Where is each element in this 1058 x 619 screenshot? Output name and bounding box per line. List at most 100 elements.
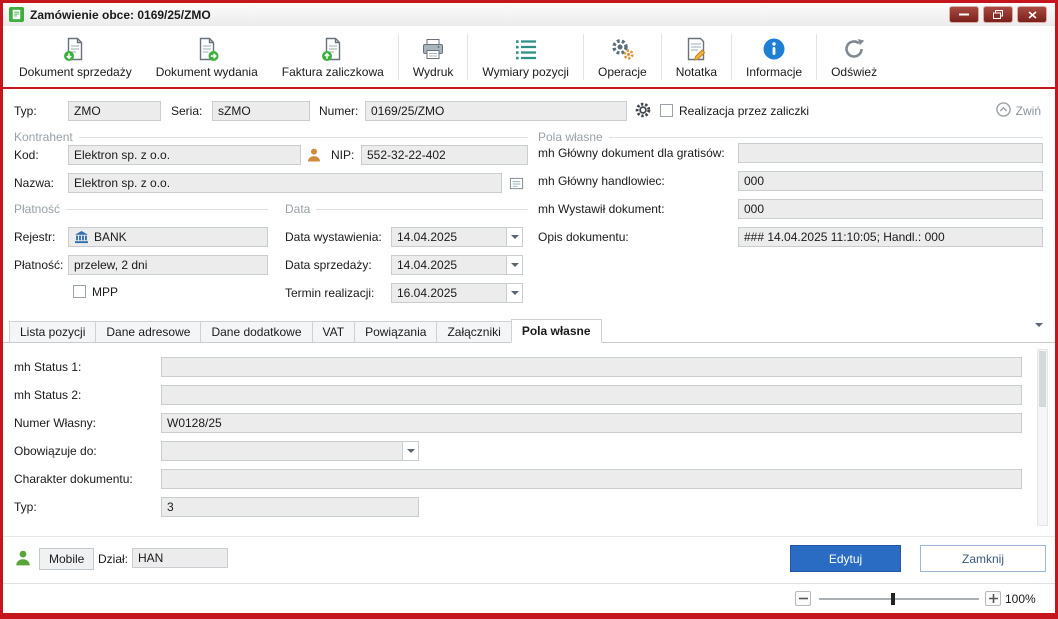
edit-button[interactable]: Edytuj [790, 545, 901, 572]
charakter-dokumentu-input[interactable] [161, 469, 1022, 489]
own-fields-header: mh Główny dokument dla gratisów:mh Główn… [538, 143, 1043, 255]
footer: Mobile Dział: HAN Edytuj Zamknij [3, 536, 1055, 583]
toolbar-informacje[interactable]: Informacje [734, 29, 814, 85]
mh-status-2-input[interactable] [161, 385, 1022, 405]
chevron-down-icon[interactable] [402, 442, 418, 460]
document-sale-icon [62, 35, 88, 63]
mh-glowny-dokument-dla-gratisow-input[interactable] [738, 143, 1043, 163]
typ-input[interactable]: ZMO [68, 101, 161, 121]
toolbar-item-label: Dokument sprzedaży [19, 65, 132, 79]
toolbar-separator [816, 34, 817, 80]
minimize-icon [959, 13, 969, 16]
mobile-button[interactable]: Mobile [39, 548, 94, 570]
mpp-checkbox[interactable] [73, 285, 86, 298]
tab-field-row: Numer Własny:W0128/25 [14, 413, 1022, 433]
mpp-label: MPP [92, 282, 118, 302]
toolbar-separator [467, 34, 468, 80]
field-label: mh Główny handlowiec: [538, 171, 738, 191]
scrollbar-thumb[interactable] [1039, 351, 1046, 407]
nazwa-detail-icon[interactable] [505, 173, 527, 193]
tab-powiazania[interactable]: Powiązania [354, 321, 437, 342]
platnosc-input[interactable]: przelew, 2 dni [68, 255, 268, 275]
chevron-down-icon[interactable] [506, 228, 522, 246]
termin-realizacji-dropdown[interactable]: 16.04.2025 [391, 283, 523, 303]
termin-realizacji-label: Termin realizacji: [285, 283, 374, 303]
tab-dane-adresowe[interactable]: Dane adresowe [95, 321, 201, 342]
toolbar-item-label: Wymiary pozycji [482, 65, 569, 79]
close-button[interactable] [1017, 6, 1047, 23]
toolbar-faktura-zaliczkowa[interactable]: Faktura zaliczkowa [270, 29, 396, 85]
nip-input[interactable]: 552-32-22-402 [361, 145, 528, 165]
data-wystawienia-dropdown[interactable]: 14.04.2025 [391, 227, 523, 247]
numer-input[interactable]: 0169/25/ZMO [365, 101, 627, 121]
collapse-link[interactable]: Zwiń [996, 101, 1041, 121]
opis-dokumentu-input[interactable]: ### 14.04.2025 11:10:05; Handl.: 000 [738, 227, 1043, 247]
maximize-button[interactable] [983, 6, 1013, 23]
nazwa-label: Nazwa: [14, 173, 54, 193]
toolbar-notatka[interactable]: Notatka [664, 29, 729, 85]
kod-input[interactable]: Elektron sp. z o.o. [68, 145, 301, 165]
toolbar-separator [398, 34, 399, 80]
kod-label: Kod: [14, 145, 39, 165]
data-sprzedazy-dropdown[interactable]: 14.04.2025 [391, 255, 523, 275]
window-title: Zamówienie obce: 0169/25/ZMO [30, 8, 211, 22]
tab-dane-dodatkowe[interactable]: Dane dodatkowe [200, 321, 312, 342]
group-label: Kontrahent [14, 130, 73, 144]
toolbar-dokument-wydania[interactable]: Dokument wydania [144, 29, 270, 85]
chevron-down-icon[interactable] [506, 284, 522, 302]
platnosc-label: Płatność: [14, 255, 63, 275]
seria-input[interactable]: sZMO [212, 101, 310, 121]
numer-wlasny-input[interactable]: W0128/25 [161, 413, 1022, 433]
toolbar-item-label: Faktura zaliczkowa [282, 65, 384, 79]
operator-person-icon [14, 549, 32, 570]
tab-lista-pozycji[interactable]: Lista pozycji [9, 321, 96, 342]
collapse-label: Zwiń [1016, 104, 1041, 118]
toolbar-operacje[interactable]: Operacje [586, 29, 659, 85]
zoom-out-button[interactable] [795, 591, 811, 606]
close-window-button[interactable]: Zamknij [920, 545, 1046, 572]
field-label: Opis dokumentu: [538, 227, 738, 247]
tab-vat[interactable]: VAT [312, 321, 356, 342]
mh-wystawil-dokument-input[interactable]: 000 [738, 199, 1043, 219]
toolbar: Dokument sprzedaży Dokument wydania Faktur… [3, 26, 1055, 87]
toolbar-item-label: Wydruk [413, 65, 454, 79]
nazwa-input[interactable]: Elektron sp. z o.o. [68, 173, 502, 193]
tab-zalaczniki[interactable]: Załączniki [436, 321, 511, 342]
dropdown-value: 14.04.2025 [392, 228, 506, 246]
chevron-down-icon[interactable] [506, 256, 522, 274]
toolbar-odswiez[interactable]: Odśwież [819, 29, 889, 85]
tabs: Lista pozycjiDane adresoweDane dodatkowe… [9, 317, 601, 342]
document-release-icon [194, 35, 220, 63]
minimize-button[interactable] [949, 6, 979, 23]
toolbar-dokument-sprzedazy[interactable]: Dokument sprzedaży [7, 29, 144, 85]
toolbar-wymiary-pozycji[interactable]: Wymiary pozycji [470, 29, 581, 85]
obowiazuje-do-dropdown[interactable] [161, 441, 419, 461]
group-label: Data [285, 202, 310, 216]
tab-pola-wlasne[interactable]: Pola własne [511, 319, 602, 343]
plus-icon [989, 594, 998, 603]
dzial-input[interactable]: HAN [132, 548, 228, 568]
rejestr-label: Rejestr: [14, 227, 55, 247]
tab-overflow-chevron-icon[interactable] [1035, 327, 1043, 341]
zoom-slider-thumb[interactable] [891, 593, 895, 605]
zoom-in-button[interactable] [985, 591, 1001, 606]
numeration-gear-icon[interactable] [632, 100, 654, 120]
rejestr-input[interactable]: BANK [68, 227, 268, 247]
zoom-slider-track[interactable] [819, 598, 979, 600]
kontrahent-person-icon[interactable] [303, 145, 325, 165]
group-data: Data [285, 201, 528, 217]
refresh-icon [841, 35, 867, 63]
realizacja-checkbox[interactable] [660, 104, 673, 117]
mh-status-1-input[interactable] [161, 357, 1022, 377]
restore-icon [993, 10, 1003, 19]
document-header-form: Typ: ZMO Seria: sZMO Numer: 0169/25/ZMO … [3, 89, 1055, 318]
toolbar-item-label: Notatka [676, 65, 717, 79]
vertical-scrollbar[interactable] [1037, 349, 1048, 526]
toolbar-item-label: Informacje [746, 65, 802, 79]
mh-glowny-handlowiec-input[interactable]: 000 [738, 171, 1043, 191]
toolbar-separator [731, 34, 732, 80]
typ-input[interactable]: 3 [161, 497, 419, 517]
group-label: Pola własne [538, 130, 603, 144]
field-label: Numer Własny: [14, 413, 161, 433]
toolbar-wydruk[interactable]: Wydruk [401, 29, 466, 85]
